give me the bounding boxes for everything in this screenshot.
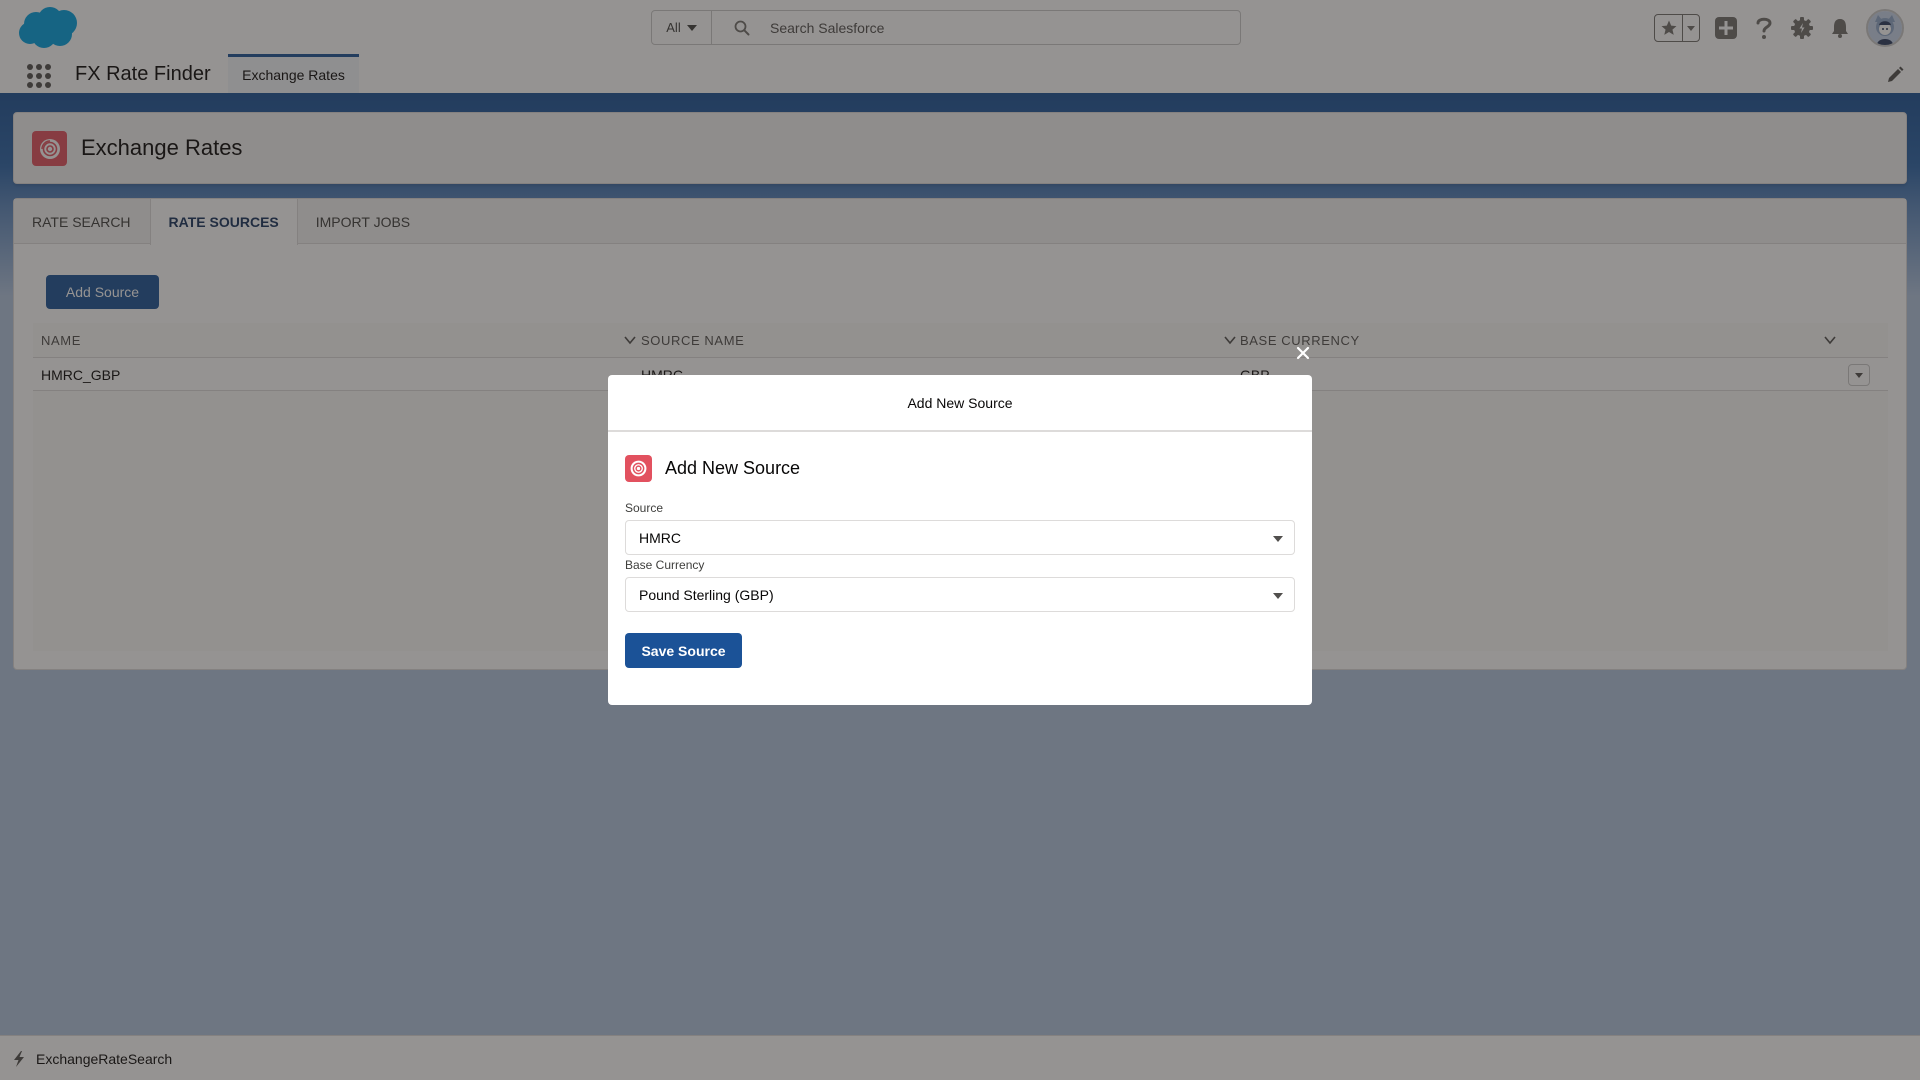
source-field-label: Source: [625, 501, 664, 515]
modal-card-title: Add New Source: [665, 458, 801, 478]
base-currency-select[interactable]: Pound Sterling (GBP): [625, 577, 1295, 612]
modal-header: Add New Source: [608, 375, 1312, 432]
add-new-source-modal: Add New Source Add New Source Source HMR…: [608, 375, 1312, 705]
target-icon: [630, 460, 647, 477]
source-select[interactable]: HMRC: [625, 520, 1295, 555]
modal-card-header: Add New Source: [625, 455, 800, 482]
caret-down-icon: [1273, 593, 1283, 599]
save-source-button[interactable]: Save Source: [625, 633, 742, 668]
modal-title: Add New Source: [907, 394, 1013, 411]
source-record-icon: [625, 455, 652, 482]
modal-close-button[interactable]: [1293, 343, 1313, 363]
base-currency-select-value: Pound Sterling (GBP): [639, 586, 774, 603]
base-currency-field-label: Base Currency: [625, 558, 705, 572]
close-icon: [1296, 346, 1310, 360]
source-select-value: HMRC: [639, 529, 681, 546]
caret-down-icon: [1273, 536, 1283, 542]
